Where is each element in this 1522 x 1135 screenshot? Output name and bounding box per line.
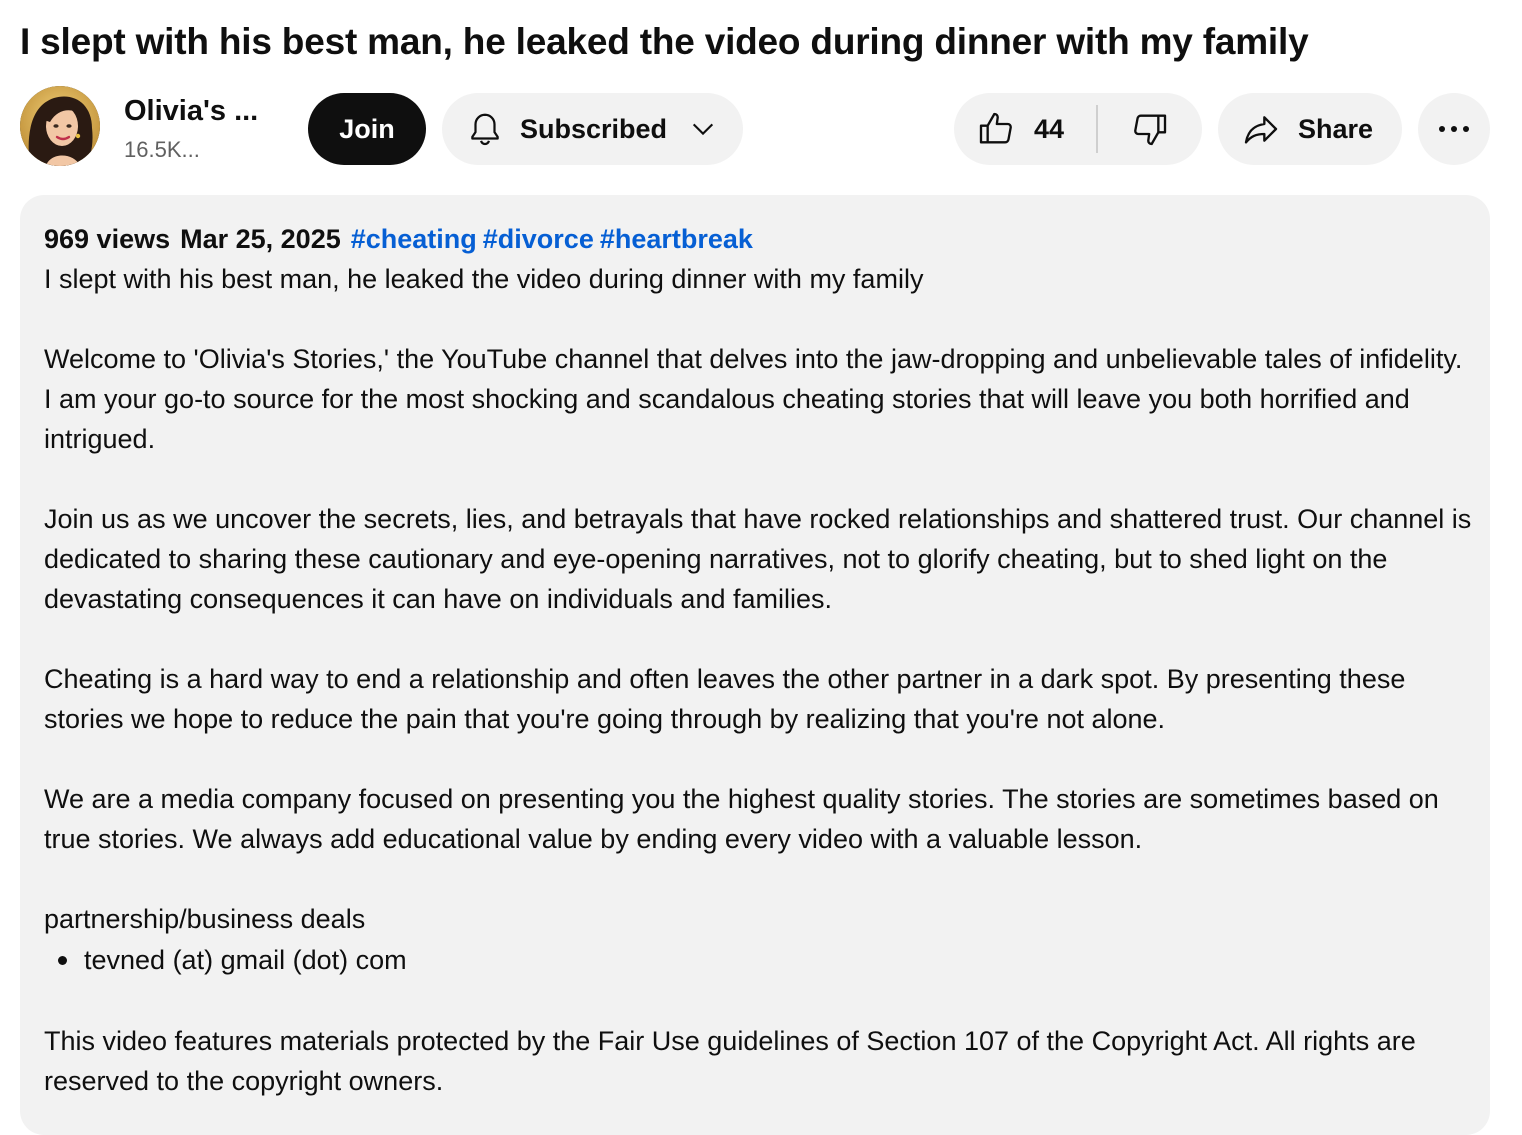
more-actions-button[interactable] [1418,93,1490,165]
thumbs-up-icon [979,112,1012,144]
like-count: 44 [1034,113,1065,144]
description-content: 969 views Mar 25, 2025 #cheating #divorce #h… [44,219,1474,1101]
description-paragraph: Cheating is a hard way to end a relation… [44,664,1406,734]
description-paragraph: We are a media company focused on presen… [44,784,1439,854]
subscriber-count: 16.5K... [124,137,200,162]
share-label: Share [1298,113,1374,144]
bell-icon [471,113,499,146]
dislike-button[interactable] [1098,93,1202,165]
like-button[interactable]: 44 [954,93,1096,165]
channel-avatar[interactable] [20,86,100,166]
share-button[interactable]: Share [1218,93,1402,165]
join-button[interactable]: Join [308,93,426,165]
thumbs-down-icon [1134,114,1167,146]
subscribed-button[interactable]: Subscribed [442,93,743,165]
bullet-icon [58,955,67,965]
description-paragraph: I slept with his best man, he leaked the… [44,264,924,294]
hashtag-link[interactable]: #cheating [351,224,477,254]
hashtag-link[interactable]: #divorce [483,224,594,254]
hashtag-link[interactable]: #heartbreak [600,224,753,254]
contact-email: tevned (at) gmail (dot) com [84,945,407,975]
chevron-down-icon [689,115,717,143]
copyright-notice: This video features materials protected … [44,1026,1416,1096]
description-paragraph: Welcome to 'Olivia's Stories,' the YouTu… [44,344,1463,454]
contact-list-item: tevned (at) gmail (dot) com [44,939,1474,981]
view-count: 969 views [44,224,171,254]
more-horizontal-icon [1439,126,1469,132]
description-meta: 969 views Mar 25, 2025 #cheating #divorce #h… [44,219,1474,259]
like-dislike-group: 44 [954,93,1202,165]
description-box[interactable]: 969 views Mar 25, 2025 #cheating #divorce #h… [20,195,1490,1135]
owner-row: Olivia's ... 16.5K... Join Subscribed 44 [20,86,1490,166]
upload-date: Mar 25, 2025 [180,224,341,254]
share-icon [1244,116,1278,144]
join-label: Join [339,113,395,144]
woman-portrait-avatar-icon [20,86,100,166]
subscribed-label: Subscribed [520,113,668,144]
channel-name[interactable]: Olivia's ... [124,94,258,128]
description-paragraph: partnership/business deals [44,904,366,934]
video-title: I slept with his best man, he leaked the… [20,21,1309,62]
description-paragraph: Join us as we uncover the secrets, lies,… [44,504,1472,614]
